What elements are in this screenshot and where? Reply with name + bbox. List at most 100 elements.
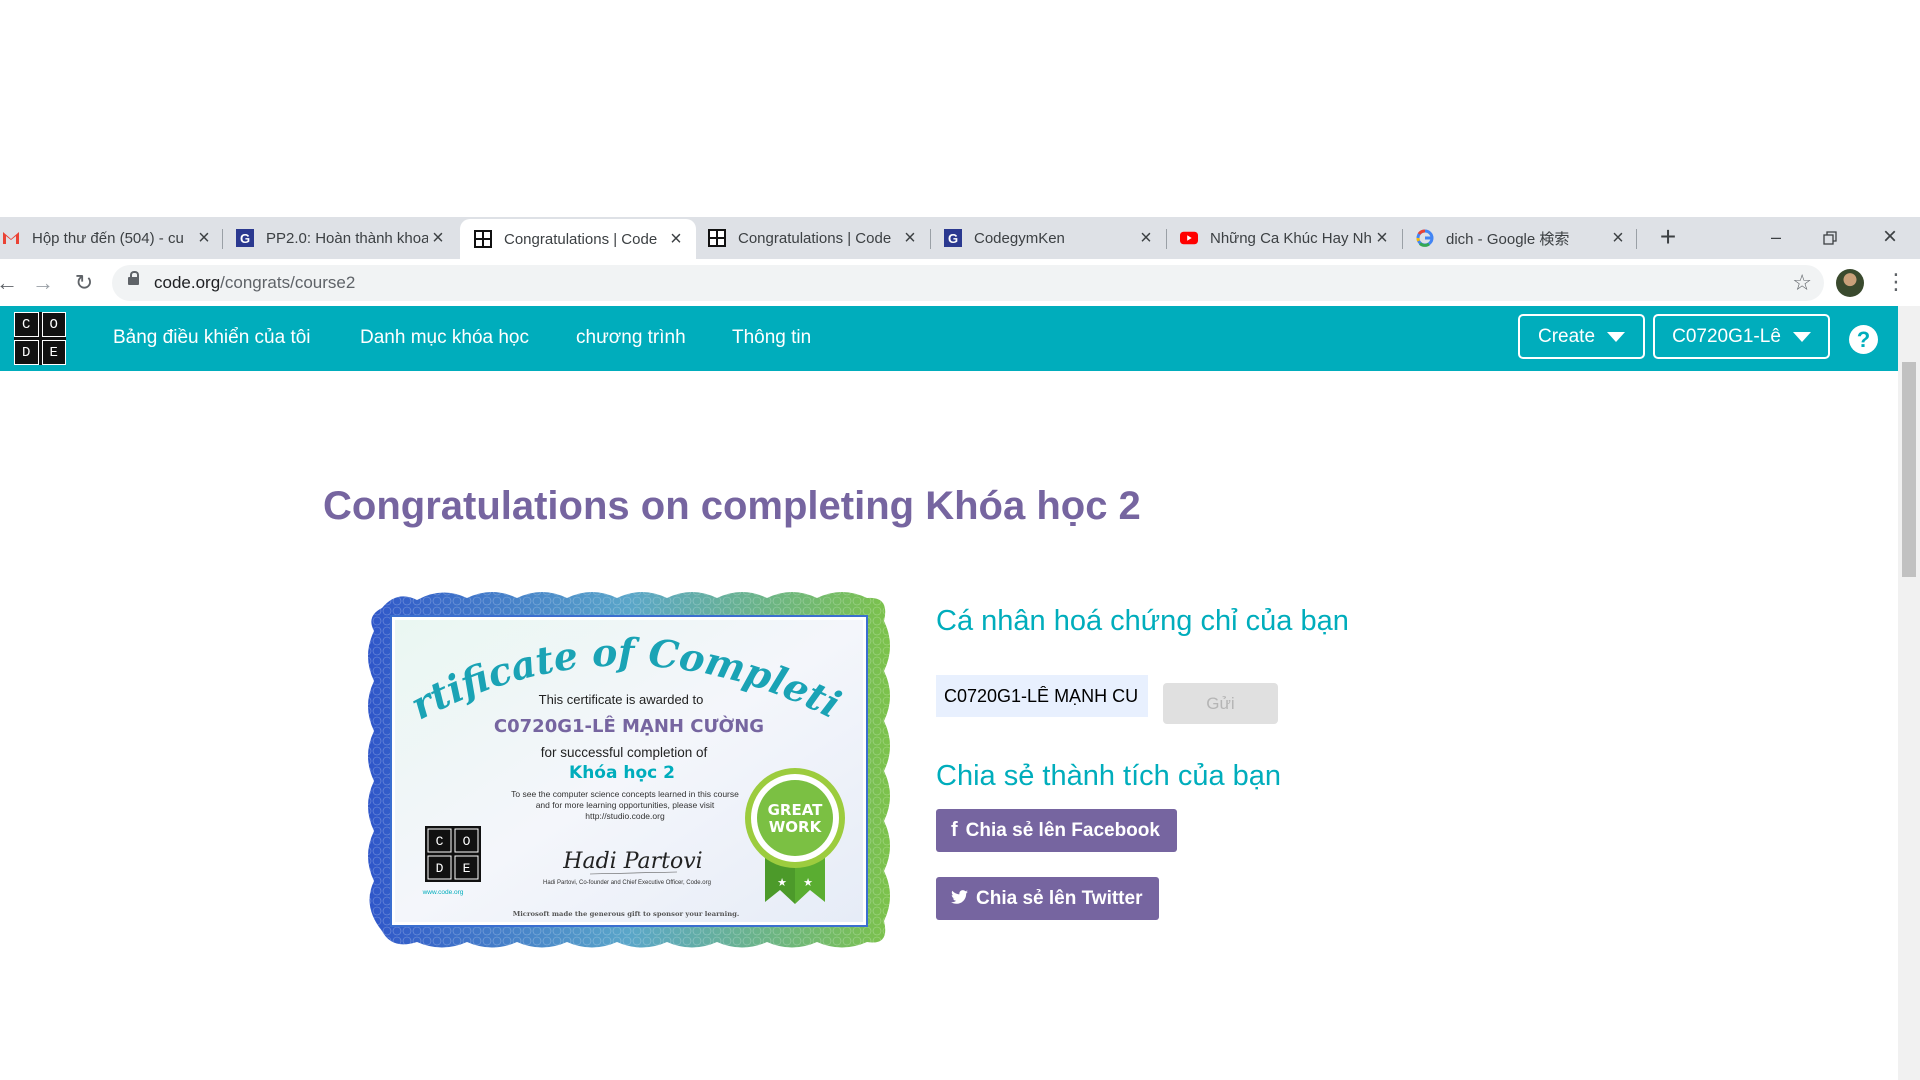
tab-divider (930, 229, 931, 249)
tab-congratulations[interactable]: Congratulations | Code × (708, 217, 920, 259)
tab-title: Những Ca Khúc Hay Nh (1210, 229, 1372, 247)
share-facebook-button[interactable]: f Chia sẻ lên Facebook (936, 809, 1177, 852)
user-label: C0720G1-Lê (1672, 325, 1781, 347)
create-label: Create (1537, 325, 1596, 347)
google-icon (1416, 229, 1434, 247)
facebook-icon: f (951, 819, 958, 841)
svg-text:D: D (436, 861, 444, 876)
page-title: Congratulations on completing Khóa học 2 (323, 484, 1141, 528)
logo-letter: E (41, 340, 66, 365)
svg-text:O: O (463, 834, 471, 849)
create-button[interactable]: Create (1518, 314, 1645, 359)
logo-letter: D (14, 340, 39, 365)
close-icon[interactable]: × (428, 227, 448, 250)
tab-divider (1402, 229, 1403, 249)
certificate-recipient: C0720G1-LÊ MẠNH CƯỜNG (494, 715, 764, 737)
gmail-icon (2, 229, 20, 247)
twitter-icon (951, 887, 968, 910)
svg-text:C: C (436, 834, 444, 849)
certificate-signature: Hadi Partovi (562, 849, 702, 874)
lock-icon (128, 271, 139, 285)
svg-text:G: G (240, 231, 250, 246)
tab-google[interactable]: dich - Google 検索 × (1416, 217, 1628, 259)
new-tab-button[interactable]: + (1652, 221, 1684, 253)
svg-text:★: ★ (803, 877, 813, 889)
tab-title: CodegymKen (974, 229, 1065, 247)
caret-down-icon (1792, 331, 1811, 342)
close-icon[interactable]: × (1608, 227, 1628, 250)
site-header: C O D E Bảng điều khiển của tôi Danh mục… (0, 306, 1898, 371)
close-icon[interactable]: × (194, 227, 214, 250)
profile-avatar[interactable] (1836, 269, 1864, 297)
svg-text:E: E (463, 861, 471, 876)
scrollbar-thumb[interactable] (1902, 362, 1916, 577)
certificate-course: Khóa học 2 (569, 763, 675, 783)
browser-toolbar: ← → ↻ code.org/congrats/course2 ☆ ⋮ (0, 259, 1920, 307)
url-path: /congrats/course2 (220, 273, 356, 292)
svg-text:★: ★ (777, 877, 787, 889)
tab-title: Congratulations | Code (504, 230, 658, 248)
tab-divider (1636, 229, 1637, 249)
nav-projects[interactable]: chương trình (576, 327, 686, 349)
restore-icon (1823, 231, 1837, 245)
tab-codegymken[interactable]: G CodegymKen × (944, 217, 1156, 259)
close-icon[interactable]: × (1372, 227, 1392, 250)
browser-tab-strip: Hộp thư đến (504) - cu × G PP2.0: Hoàn t… (0, 217, 1920, 259)
share-heading: Chia sẻ thành tích của bạn (936, 760, 1282, 792)
tab-title: dich - Google 検索 (1446, 230, 1570, 248)
back-button[interactable]: ← (0, 268, 22, 298)
certificate-info3: http://studio.code.org (585, 811, 665, 821)
reload-button[interactable]: ↻ (69, 268, 99, 298)
page-scrollbar[interactable] (1898, 306, 1920, 1080)
tab-title: PP2.0: Hoàn thành khoa (266, 229, 428, 247)
tab-divider (222, 229, 223, 249)
personalize-heading: Cá nhân hoá chứng chỉ của bạn (936, 605, 1349, 637)
certificate-info1: To see the computer science concepts lea… (511, 789, 739, 799)
bookmark-star-icon[interactable]: ☆ (1792, 270, 1812, 296)
submit-button[interactable]: Gửi (1163, 683, 1278, 724)
nav-about[interactable]: Thông tin (732, 327, 811, 349)
certificate-footer: Microsoft made the generous gift to spon… (513, 910, 740, 918)
close-window-button[interactable]: × (1862, 217, 1918, 259)
tab-pp2[interactable]: G PP2.0: Hoàn thành khoa × (236, 217, 448, 259)
menu-kebab-icon[interactable]: ⋮ (1885, 267, 1907, 297)
caret-down-icon (1607, 331, 1626, 342)
close-icon[interactable]: × (1136, 227, 1156, 250)
minimize-button[interactable]: – (1748, 217, 1804, 259)
close-icon[interactable]: × (666, 228, 686, 251)
logo-letter: C (14, 312, 39, 337)
tab-youtube[interactable]: Những Ca Khúc Hay Nh × (1180, 217, 1392, 259)
forward-button[interactable]: → (28, 268, 58, 298)
certificate-code-logo: C O D E (425, 826, 481, 882)
svg-text:G: G (948, 231, 958, 246)
help-icon[interactable]: ? (1849, 325, 1878, 354)
user-menu-button[interactable]: C0720G1-Lê (1653, 314, 1830, 359)
tab-title: Congratulations | Code (738, 229, 892, 247)
restore-button[interactable] (1802, 217, 1858, 259)
codegym-icon: G (236, 229, 254, 247)
share-facebook-label: Chia sẻ lên Facebook (965, 819, 1160, 841)
close-icon[interactable]: × (900, 227, 920, 250)
nav-course-catalog[interactable]: Danh mục khóa học (360, 327, 529, 349)
certificate-signer: Hadi Partovi, Co-founder and Chief Execu… (543, 880, 711, 886)
seal-work: WORK (769, 818, 823, 836)
address-bar[interactable]: code.org/congrats/course2 ☆ (112, 265, 1824, 301)
youtube-icon (1180, 229, 1198, 247)
nav-dashboard[interactable]: Bảng điều khiển của tôi (113, 327, 311, 349)
share-twitter-button[interactable]: Chia sẻ lên Twitter (936, 877, 1159, 920)
seal-great: GREAT (768, 801, 824, 819)
certificate-image: Certificate of Completion This certifica… (362, 586, 890, 948)
code-org-logo[interactable]: C O D E (14, 312, 66, 365)
codeorg-icon (708, 229, 726, 247)
certificate-for: for successful completion of (541, 745, 708, 760)
share-twitter-label: Chia sẻ lên Twitter (976, 887, 1143, 909)
tab-divider (1166, 229, 1167, 249)
codeorg-icon (474, 230, 492, 248)
tab-congratulations-active[interactable]: Congratulations | Code × (460, 219, 696, 259)
tab-gmail[interactable]: Hộp thư đến (504) - cu × (0, 217, 214, 259)
certificate-name-input[interactable] (936, 675, 1148, 717)
url-text: code.org/congrats/course2 (154, 273, 355, 293)
tab-title: Hộp thư đến (504) - cu (32, 229, 184, 247)
logo-letter: O (41, 312, 66, 337)
certificate-info2: and for more learning opportunities, ple… (536, 800, 715, 810)
